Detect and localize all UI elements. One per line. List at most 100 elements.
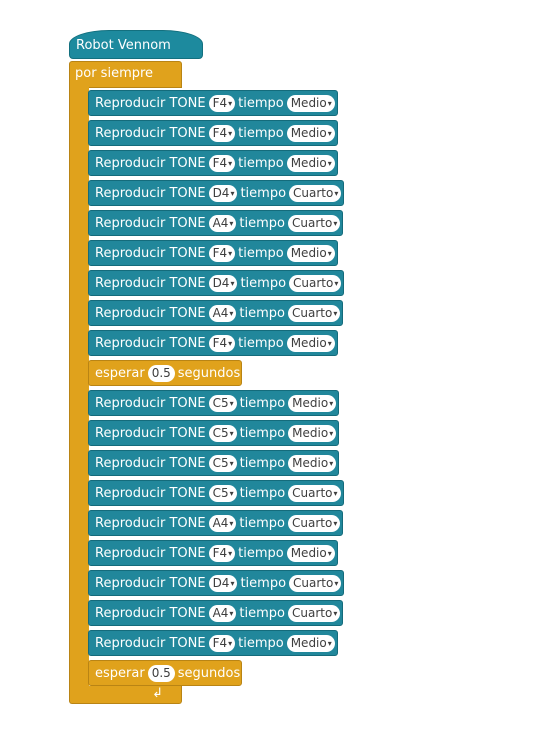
note-dropdown[interactable]: A4 ▾ — [208, 214, 237, 232]
note-dropdown[interactable]: D4 ▾ — [208, 274, 238, 292]
time-label: tiempo — [239, 455, 286, 471]
time-label: tiempo — [239, 215, 285, 231]
note-value: D4 — [212, 186, 230, 200]
block-workspace: Robot Vennom por siempre ↲ Reproducir TO… — [0, 0, 557, 737]
play-tone-block[interactable]: Reproducir TONE A4 ▾ tiempo Cuarto ▾ — [88, 600, 344, 626]
duration-value: Medio — [290, 636, 327, 650]
time-label: tiempo — [239, 425, 286, 441]
program-hat-block[interactable]: Robot Vennom — [69, 30, 203, 59]
duration-dropdown[interactable]: Medio ▾ — [288, 394, 337, 412]
chevron-down-icon: ▾ — [333, 308, 338, 318]
note-dropdown[interactable]: D4 ▾ — [208, 184, 238, 202]
note-dropdown[interactable]: D4 ▾ — [208, 574, 238, 592]
play-tone-block[interactable]: Reproducir TONE A4 ▾ tiempo Cuarto ▾ — [88, 210, 344, 236]
play-tone-label: Reproducir TONE — [95, 605, 206, 621]
note-dropdown[interactable]: F4 ▾ — [208, 544, 236, 562]
duration-dropdown[interactable]: Cuarto ▾ — [288, 604, 341, 622]
note-dropdown[interactable]: A4 ▾ — [208, 304, 237, 322]
chevron-down-icon: ▾ — [327, 158, 332, 168]
note-dropdown[interactable]: C5 ▾ — [208, 394, 237, 412]
chevron-down-icon: ▾ — [228, 638, 233, 648]
chevron-down-icon: ▾ — [229, 428, 234, 438]
seconds-input[interactable]: 0.5 — [147, 664, 175, 682]
play-tone-block[interactable]: Reproducir TONE F4 ▾ tiempo Medio ▾ — [88, 630, 338, 656]
note-dropdown[interactable]: F4 ▾ — [208, 124, 236, 142]
chevron-down-icon: ▾ — [329, 428, 334, 438]
play-tone-block[interactable]: Reproducir TONE F4 ▾ tiempo Medio ▾ — [88, 90, 338, 116]
duration-dropdown[interactable]: Cuarto ▾ — [289, 574, 342, 592]
play-tone-block[interactable]: Reproducir TONE A4 ▾ tiempo Cuarto ▾ — [88, 510, 344, 536]
play-tone-block[interactable]: Reproducir TONE C5 ▾ tiempo Medio ▾ — [88, 450, 340, 476]
play-tone-block[interactable]: Reproducir TONE F4 ▾ tiempo Medio ▾ — [88, 150, 338, 176]
duration-dropdown[interactable]: Cuarto ▾ — [288, 214, 341, 232]
play-tone-block[interactable]: Reproducir TONE A4 ▾ tiempo Cuarto ▾ — [88, 300, 344, 326]
chevron-down-icon: ▾ — [333, 608, 338, 618]
chevron-down-icon: ▾ — [229, 488, 234, 498]
duration-dropdown[interactable]: Medio ▾ — [286, 124, 335, 142]
note-dropdown[interactable]: A4 ▾ — [208, 514, 237, 532]
note-dropdown[interactable]: F4 ▾ — [208, 634, 236, 652]
duration-dropdown[interactable]: Cuarto ▾ — [289, 184, 342, 202]
duration-dropdown[interactable]: Medio ▾ — [286, 154, 335, 172]
note-value: A4 — [212, 306, 229, 320]
forever-block-bottom: ↲ — [69, 686, 182, 704]
chevron-down-icon: ▾ — [228, 248, 233, 258]
play-tone-label: Reproducir TONE — [95, 575, 206, 591]
chevron-down-icon: ▾ — [229, 218, 234, 228]
note-dropdown[interactable]: A4 ▾ — [208, 604, 237, 622]
play-tone-block[interactable]: Reproducir TONE C5 ▾ tiempo Cuarto ▾ — [88, 480, 344, 506]
duration-dropdown[interactable]: Medio ▾ — [288, 424, 337, 442]
play-tone-block[interactable]: Reproducir TONE C5 ▾ tiempo Medio ▾ — [88, 420, 340, 446]
wait-label: esperar — [95, 665, 145, 681]
note-value: F4 — [212, 546, 228, 560]
play-tone-block[interactable]: Reproducir TONE D4 ▾ tiempo Cuarto ▾ — [88, 180, 345, 206]
chevron-down-icon: ▾ — [327, 638, 332, 648]
duration-dropdown[interactable]: Medio ▾ — [286, 94, 335, 112]
wait-block[interactable]: esperar 0.5 segundos — [88, 660, 243, 686]
play-tone-block[interactable]: Reproducir TONE F4 ▾ tiempo Medio ▾ — [88, 330, 338, 356]
duration-dropdown[interactable]: Medio ▾ — [286, 634, 335, 652]
note-dropdown[interactable]: F4 ▾ — [208, 244, 236, 262]
chevron-down-icon: ▾ — [327, 548, 332, 558]
play-tone-block[interactable]: Reproducir TONE D4 ▾ tiempo Cuarto ▾ — [88, 270, 345, 296]
duration-dropdown[interactable]: Cuarto ▾ — [289, 274, 342, 292]
duration-dropdown[interactable]: Cuarto ▾ — [288, 514, 341, 532]
note-value: C5 — [212, 486, 229, 500]
duration-dropdown[interactable]: Medio ▾ — [286, 544, 335, 562]
duration-value: Medio — [292, 426, 329, 440]
chevron-down-icon: ▾ — [228, 128, 233, 138]
time-label: tiempo — [240, 575, 287, 591]
wait-block[interactable]: esperar 0.5 segundos — [88, 360, 243, 386]
duration-value: Medio — [290, 246, 327, 260]
duration-dropdown[interactable]: Cuarto ▾ — [288, 304, 341, 322]
play-tone-label: Reproducir TONE — [95, 125, 206, 141]
note-value: C5 — [212, 426, 229, 440]
play-tone-label: Reproducir TONE — [95, 95, 206, 111]
note-dropdown[interactable]: C5 ▾ — [208, 454, 237, 472]
time-label: tiempo — [238, 545, 284, 561]
duration-dropdown[interactable]: Medio ▾ — [288, 454, 337, 472]
note-dropdown[interactable]: C5 ▾ — [208, 424, 237, 442]
play-tone-block[interactable]: Reproducir TONE F4 ▾ tiempo Medio ▾ — [88, 540, 338, 566]
duration-dropdown[interactable]: Medio ▾ — [286, 334, 335, 352]
time-label: tiempo — [238, 635, 284, 651]
play-tone-block[interactable]: Reproducir TONE F4 ▾ tiempo Medio ▾ — [88, 240, 338, 266]
duration-dropdown[interactable]: Cuarto ▾ — [288, 484, 341, 502]
play-tone-block[interactable]: Reproducir TONE D4 ▾ tiempo Cuarto ▾ — [88, 570, 345, 596]
seconds-value: 0.5 — [151, 366, 171, 380]
duration-dropdown[interactable]: Medio ▾ — [286, 244, 335, 262]
note-value: F4 — [212, 336, 228, 350]
duration-value: Medio — [290, 126, 327, 140]
chevron-down-icon: ▾ — [333, 218, 338, 228]
wait-label: esperar — [95, 365, 145, 381]
note-dropdown[interactable]: F4 ▾ — [208, 334, 236, 352]
play-tone-block[interactable]: Reproducir TONE C5 ▾ tiempo Medio ▾ — [88, 390, 340, 416]
chevron-down-icon: ▾ — [334, 578, 339, 588]
play-tone-block[interactable]: Reproducir TONE F4 ▾ tiempo Medio ▾ — [88, 120, 338, 146]
note-dropdown[interactable]: F4 ▾ — [208, 154, 236, 172]
seconds-input[interactable]: 0.5 — [147, 364, 175, 382]
note-dropdown[interactable]: F4 ▾ — [208, 94, 236, 112]
note-dropdown[interactable]: C5 ▾ — [208, 484, 237, 502]
forever-block[interactable]: por siempre — [69, 61, 182, 88]
duration-value: Medio — [290, 546, 327, 560]
